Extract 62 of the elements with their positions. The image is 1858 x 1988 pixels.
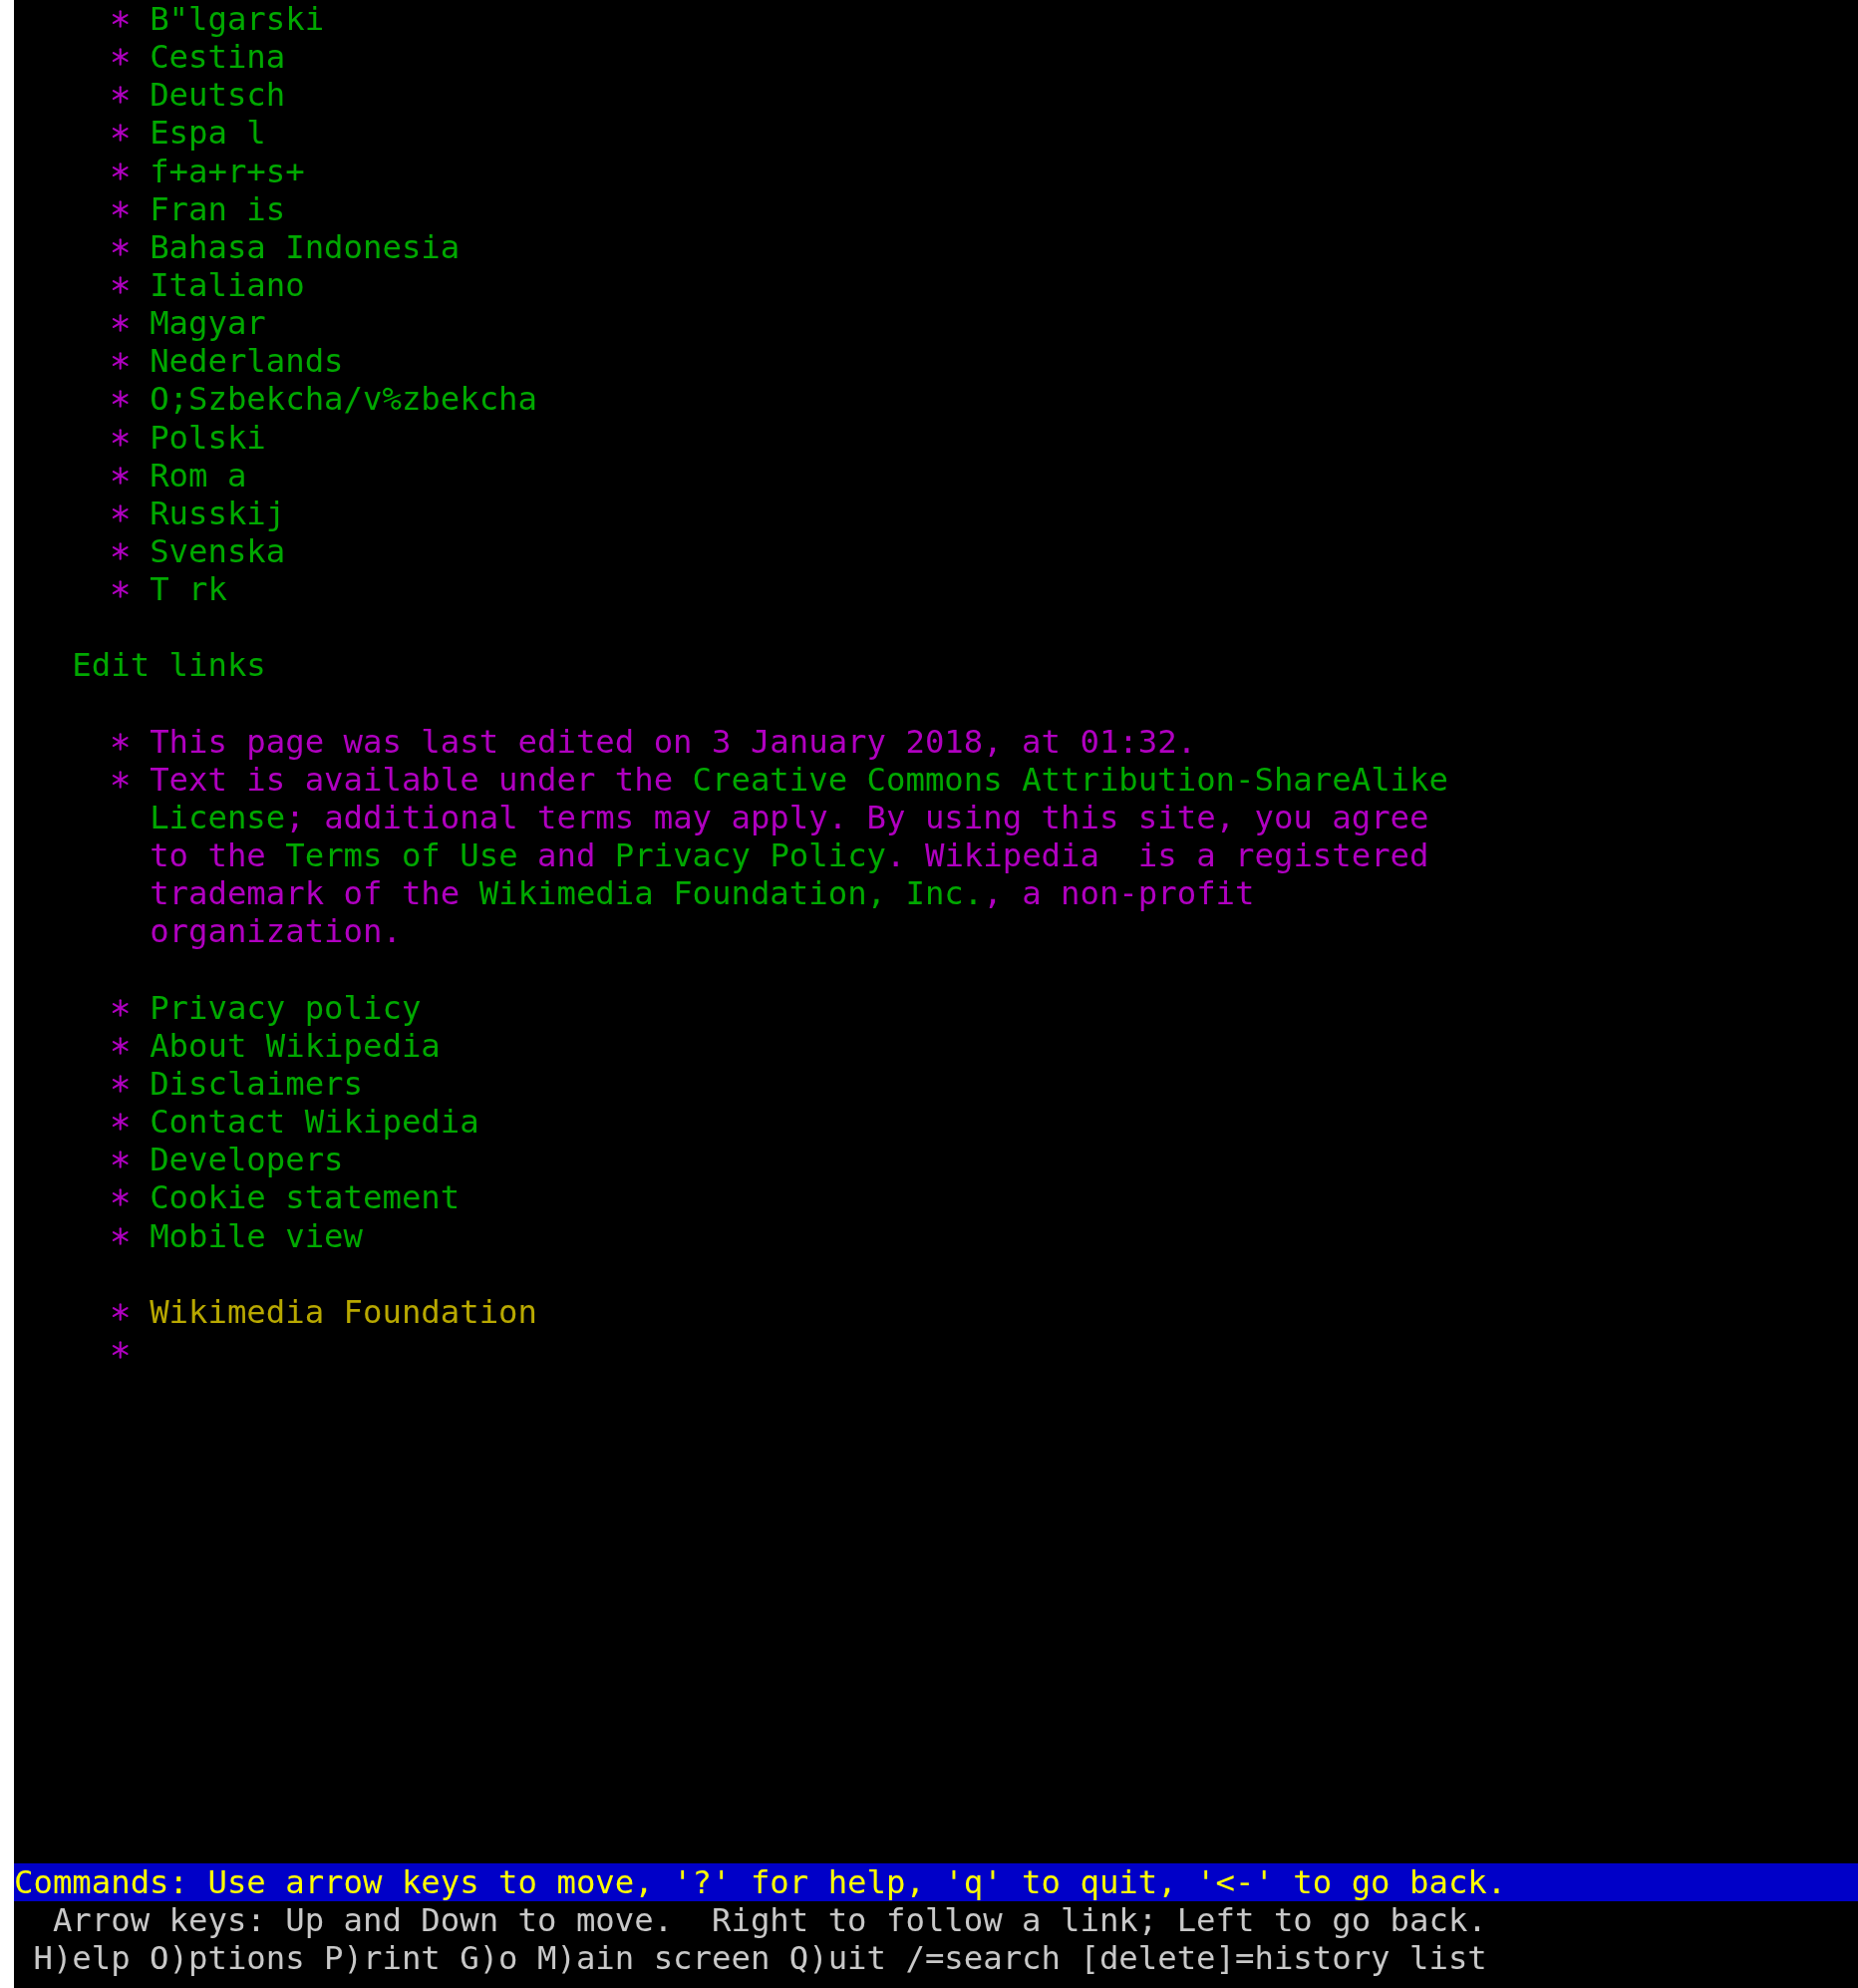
language-link[interactable]: B"lgarski	[150, 0, 325, 39]
link[interactable]: Wikimedia Foundation, Inc.	[478, 874, 984, 913]
footer-note: This page was last edited on 3 January 2018, at 01:32.	[150, 722, 1197, 761]
language-link[interactable]: Bahasa Indonesia	[150, 227, 461, 266]
link[interactable]: Creative Commons Attribution-ShareAlike	[692, 760, 1448, 799]
language-link[interactable]: Deutsch	[150, 76, 286, 115]
asterisk-icon	[111, 85, 131, 106]
asterisk-icon	[111, 351, 131, 372]
language-link[interactable]: Magyar	[150, 304, 266, 343]
asterisk-icon	[111, 579, 131, 600]
language-link[interactable]: O;Szbekcha/v%zbekcha	[150, 380, 537, 419]
footer-note: Text is available under the Creative Commons Attribution-ShareAlike License; additional terms may apply. By using this site, you agree to the Terms of Use and Privacy Policy. Wikipedia is a registered trademark of the Wikimedia Foundation, Inc., a non-profit organization.	[150, 760, 1448, 951]
asterisk-icon	[111, 1035, 131, 1056]
language-link[interactable]: Rom a	[150, 456, 247, 495]
asterisk-icon	[111, 198, 131, 219]
asterisk-icon	[111, 1301, 131, 1322]
asterisk-icon	[111, 769, 131, 790]
asterisk-icon	[111, 161, 131, 181]
asterisk-icon	[111, 123, 131, 144]
edit-links-link[interactable]: Edit links	[72, 646, 266, 685]
footer-link[interactable]: Mobile view	[150, 1216, 363, 1255]
language-link[interactable]: Russkij	[150, 494, 286, 532]
asterisk-icon	[111, 427, 131, 448]
link[interactable]: Privacy Policy	[614, 836, 887, 875]
keys-line: H)elp O)ptions P)rint G)o M)ain screen Q)uit /=search [delete]=history list	[32, 1938, 1488, 1977]
footer-link[interactable]: Privacy policy	[150, 988, 422, 1027]
footer-link[interactable]: Contact Wikipedia	[150, 1103, 479, 1142]
command-bar: Commands: Use arrow keys to move, '?' for help, 'q' to quit, '<-' to go back.	[14, 1862, 1858, 1901]
language-link[interactable]: Svenska	[150, 531, 286, 571]
asterisk-icon	[111, 731, 131, 752]
language-link[interactable]: Cestina	[150, 38, 286, 77]
footer-link[interactable]: Cookie statement	[150, 1178, 461, 1217]
asterisk-icon	[111, 1225, 131, 1246]
language-link[interactable]: f+a+r+s+	[150, 152, 305, 190]
language-link[interactable]: Italiano	[150, 266, 305, 305]
footer-link[interactable]: Wikimedia Foundation	[150, 1292, 537, 1331]
asterisk-icon	[111, 1074, 131, 1095]
footer-link[interactable]: Disclaimers	[150, 1065, 363, 1104]
language-link[interactable]: Fran is	[150, 189, 286, 228]
help-line: Arrow keys: Up and Down to move. Right to follow a link; Left to go back.	[51, 1900, 1488, 1939]
asterisk-icon	[111, 47, 131, 68]
language-link[interactable]: Nederlands	[150, 342, 344, 381]
asterisk-icon	[111, 465, 131, 486]
language-link[interactable]: T rk	[150, 570, 227, 609]
language-link[interactable]: Polski	[150, 418, 266, 457]
asterisk-icon	[111, 236, 131, 257]
asterisk-icon	[111, 541, 131, 562]
asterisk-icon	[111, 1340, 131, 1361]
asterisk-icon	[111, 502, 131, 523]
link[interactable]: License	[150, 798, 286, 836]
asterisk-icon	[111, 1150, 131, 1170]
asterisk-icon	[111, 997, 131, 1018]
asterisk-icon	[111, 389, 131, 410]
asterisk-icon	[111, 275, 131, 296]
link[interactable]: Terms of Use	[285, 836, 518, 875]
footer-link[interactable]: Developers	[150, 1141, 344, 1179]
footer-link[interactable]: About Wikipedia	[150, 1026, 441, 1065]
asterisk-icon	[111, 313, 131, 334]
asterisk-icon	[111, 1187, 131, 1208]
asterisk-icon	[111, 1112, 131, 1133]
asterisk-icon	[111, 9, 131, 30]
language-link[interactable]: Espa l	[150, 114, 266, 153]
